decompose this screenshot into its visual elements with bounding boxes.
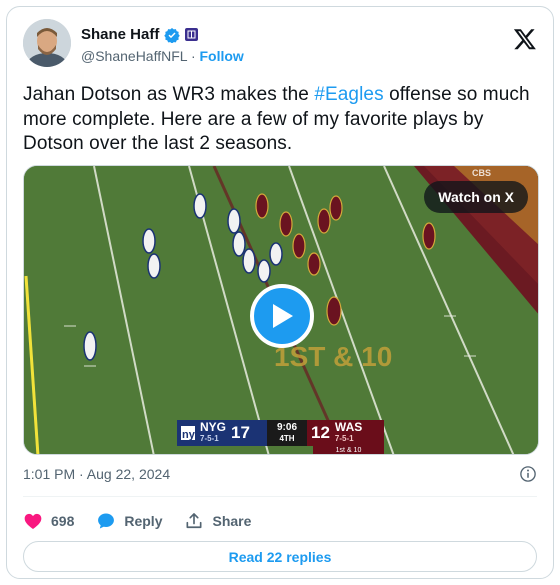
home-score: 12 bbox=[311, 423, 330, 442]
divider bbox=[23, 496, 537, 497]
game-quarter: 4TH bbox=[279, 434, 295, 443]
down-distance: 1st & 10 bbox=[313, 446, 384, 454]
share-label: Share bbox=[212, 513, 252, 529]
video-media[interactable]: 1ST & 10 CBS Watch on X ny NYG 7-5-1 17 … bbox=[23, 165, 539, 455]
heart-icon bbox=[24, 513, 42, 529]
svg-text:ny: ny bbox=[182, 429, 195, 440]
share-button[interactable]: Share bbox=[184, 511, 251, 531]
display-name[interactable]: Shane Haff bbox=[81, 26, 159, 43]
tweet-card: Shane Haff @ShaneHaffNFL · Follow Jahan … bbox=[6, 6, 554, 579]
tweet-text-before: Jahan Dotson as WR3 makes the bbox=[23, 84, 315, 105]
scorebug-clock: 9:06 4TH bbox=[267, 420, 307, 446]
reply-bubble-icon bbox=[98, 513, 115, 529]
scorebug-home: 12 WAS 7-5-1 bbox=[307, 420, 384, 446]
handle[interactable]: @ShaneHaffNFL bbox=[81, 48, 187, 64]
away-record: 7-5-1 bbox=[200, 434, 219, 443]
share-icon bbox=[186, 513, 202, 529]
handle-row: @ShaneHaffNFL · Follow bbox=[81, 48, 244, 64]
watch-on-x-button[interactable]: Watch on X bbox=[424, 181, 528, 213]
giants-logo-icon: ny bbox=[181, 426, 195, 440]
like-button[interactable]: 698 bbox=[23, 511, 74, 531]
like-count: 698 bbox=[51, 513, 75, 529]
read-replies-button[interactable]: Read 22 replies bbox=[23, 541, 537, 572]
info-icon[interactable] bbox=[519, 465, 537, 483]
team-affiliation-icon bbox=[185, 28, 199, 41]
play-icon bbox=[273, 304, 293, 328]
x-logo-icon[interactable] bbox=[513, 27, 537, 51]
avatar[interactable] bbox=[23, 19, 71, 67]
away-abbr: NYG bbox=[200, 420, 227, 434]
svg-text:CBS: CBS bbox=[472, 168, 491, 178]
avatar-image bbox=[23, 19, 71, 67]
tweet-header: Shane Haff @ShaneHaffNFL · Follow bbox=[23, 19, 537, 71]
reply-button[interactable]: Reply bbox=[96, 511, 162, 531]
follow-button[interactable]: Follow bbox=[200, 48, 244, 64]
hashtag-link[interactable]: #Eagles bbox=[314, 84, 383, 105]
verified-badge-icon bbox=[164, 27, 181, 43]
scorebug-away: ny NYG 7-5-1 17 bbox=[177, 420, 267, 446]
home-abbr: WAS bbox=[334, 420, 363, 434]
scorebug: ny NYG 7-5-1 17 9:06 4TH 12 WAS 7-5-1 bbox=[177, 420, 384, 446]
away-score: 17 bbox=[231, 423, 250, 442]
separator-dot: · bbox=[190, 48, 196, 64]
timestamp[interactable]: 1:01 PM · Aug 22, 2024 bbox=[23, 466, 170, 482]
reply-label: Reply bbox=[124, 513, 163, 529]
tweet-text: Jahan Dotson as WR3 makes the #Eagles of… bbox=[23, 83, 539, 157]
home-record: 7-5-1 bbox=[334, 434, 354, 443]
play-button[interactable] bbox=[250, 284, 314, 348]
action-bar: 698 Reply Share bbox=[23, 504, 251, 538]
game-clock: 9:06 bbox=[276, 422, 297, 433]
name-row: Shane Haff bbox=[81, 26, 199, 43]
